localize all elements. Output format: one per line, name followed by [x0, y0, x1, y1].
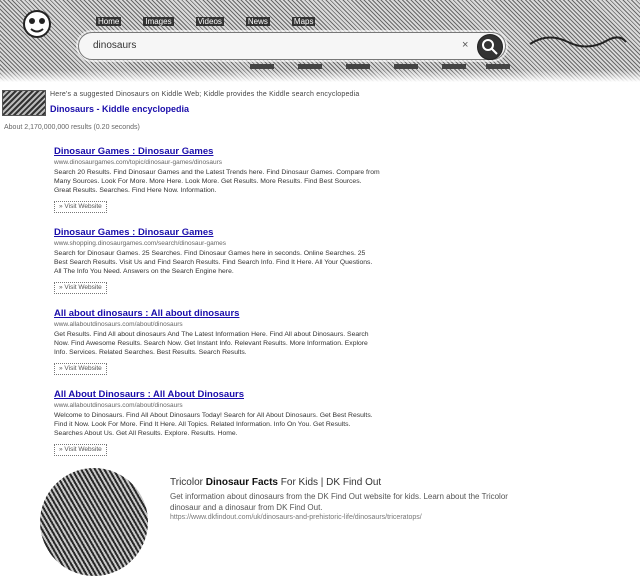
promo-subtitle: Here's a suggested Dinosaurs on Kiddle W…	[50, 91, 360, 98]
result-url: www.allaboutdinosaurs.com/about/dinosaur…	[54, 402, 183, 409]
visit-website-button[interactable]: » Visit Website	[54, 363, 107, 375]
result-title[interactable]: All About Dinosaurs : All About Dinosaur…	[54, 389, 380, 401]
top-nav: Home Images Videos News Maps	[96, 17, 316, 26]
result-description: Get Results. Find All about dinosaurs An…	[54, 331, 369, 356]
feature-description: Get information about dinosaurs from the…	[170, 492, 508, 512]
filter-chip[interactable]	[394, 64, 418, 69]
feature-title-pre: Tricolor	[170, 477, 203, 488]
result-description: Search for Dinosaur Games. 25 Searches. …	[54, 250, 373, 275]
feature-title-post: For Kids | DK Find Out	[280, 477, 382, 488]
search-result: Dinosaur Games : Dinosaur Games www.shop…	[54, 227, 380, 294]
feature-title-bold: Dinosaur Facts	[205, 477, 278, 488]
visit-website-button[interactable]: » Visit Website	[54, 201, 107, 213]
search-box: ×	[78, 32, 506, 60]
filter-chip[interactable]	[442, 64, 466, 69]
nav-item-home[interactable]: Home	[96, 17, 122, 26]
logo-icon[interactable]	[22, 9, 52, 39]
search-result: Dinosaur Games : Dinosaur Games www.dino…	[54, 146, 380, 213]
clear-icon[interactable]: ×	[462, 39, 468, 51]
result-title[interactable]: Dinosaur Games : Dinosaur Games	[54, 146, 380, 158]
feature-title[interactable]: Tricolor Dinosaur Facts For Kids | DK Fi…	[170, 477, 381, 488]
result-description: Welcome to Dinosaurs. Find All About Din…	[54, 412, 373, 437]
filter-chip[interactable]	[486, 64, 510, 69]
nav-item-images[interactable]: Images	[143, 17, 174, 26]
dinosaur-image[interactable]	[40, 468, 148, 576]
filter-chip[interactable]	[298, 64, 322, 69]
nav-item-maps[interactable]: Maps	[291, 17, 316, 26]
filter-bar	[250, 64, 510, 78]
feature-url[interactable]: https://www.dkfindout.com/uk/dinosaurs-a…	[170, 514, 422, 521]
nav-item-videos[interactable]: Videos	[195, 17, 224, 26]
search-button[interactable]	[477, 34, 503, 60]
search-icon	[482, 39, 498, 55]
promo-thumbnail[interactable]	[2, 90, 46, 116]
visit-website-button[interactable]: » Visit Website	[54, 444, 107, 456]
result-url: www.shopping.dinosaurgames.com/search/di…	[54, 240, 226, 247]
search-result: All About Dinosaurs : All About Dinosaur…	[54, 389, 380, 456]
cloud-decoration-icon	[529, 36, 627, 48]
result-description: Search 20 Results. Find Dinosaur Games a…	[54, 169, 380, 194]
search-input[interactable]	[91, 39, 455, 52]
filter-chip[interactable]	[250, 64, 274, 69]
result-url: www.allaboutdinosaurs.com/about/dinosaur…	[54, 321, 183, 328]
result-title[interactable]: All about dinosaurs : All about dinosaur…	[54, 308, 380, 320]
nav-item-news[interactable]: News	[245, 17, 270, 26]
promo-title[interactable]: Dinosaurs - Kiddle encyclopedia	[50, 104, 189, 114]
visit-website-button[interactable]: » Visit Website	[54, 282, 107, 294]
header-bar: Home Images Videos News Maps ×	[0, 0, 640, 82]
result-title[interactable]: Dinosaur Games : Dinosaur Games	[54, 227, 380, 239]
filter-chip[interactable]	[346, 64, 370, 69]
search-result: All about dinosaurs : All about dinosaur…	[54, 308, 380, 375]
result-url: www.dinosaurgames.com/topic/dinosaur-gam…	[54, 159, 222, 166]
result-stats: About 2,170,000,000 results (0.20 second…	[4, 124, 140, 131]
